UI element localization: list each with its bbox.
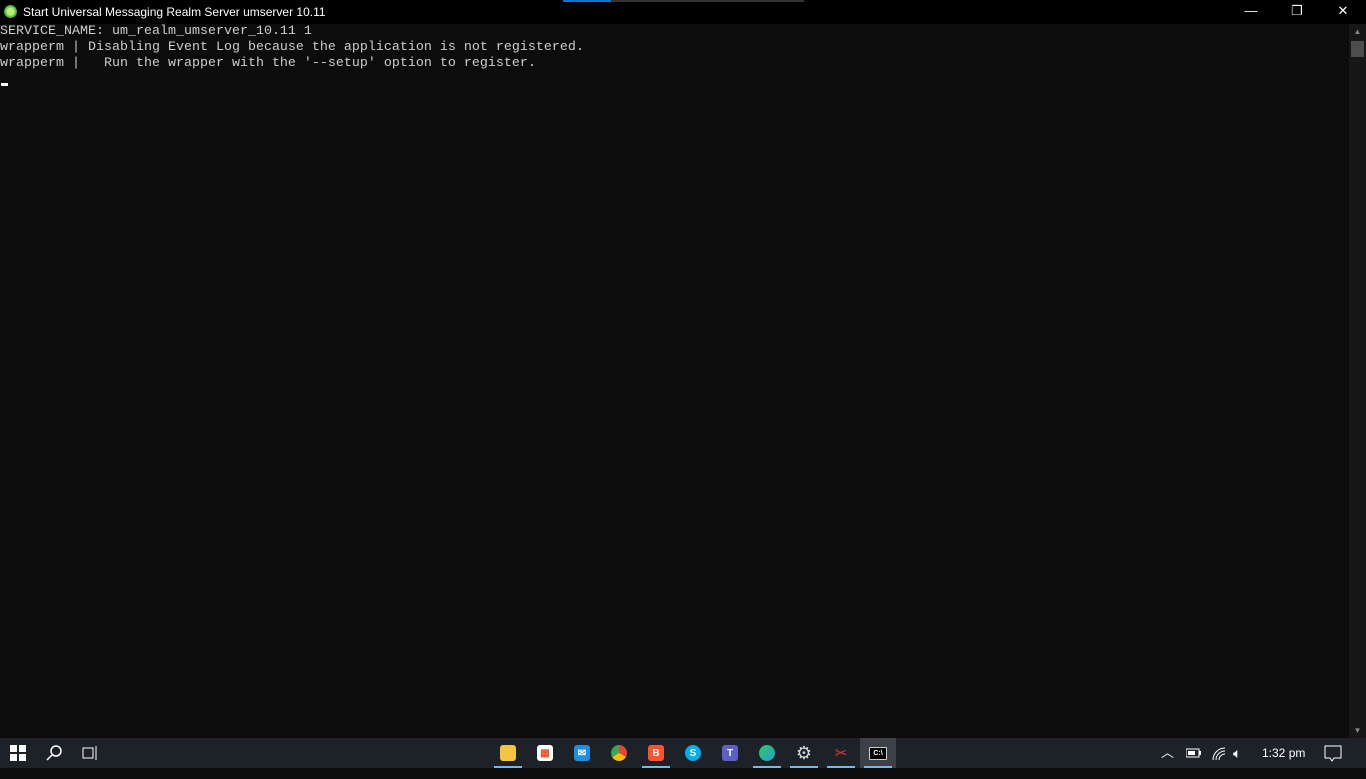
taskbar-app-chrome[interactable]	[601, 738, 637, 768]
taskbar-app-snipping-tool[interactable]: ✂	[823, 738, 859, 768]
console-output[interactable]: SERVICE_NAME: um_realm_umserver_10.11 1w…	[0, 24, 1349, 738]
taskbar-app-brave[interactable]: B	[638, 738, 674, 768]
taskbar-app-command-prompt[interactable]: C:\	[860, 738, 896, 768]
mail-icon: ✉	[574, 745, 590, 761]
taskbar: ▦ ✉ B S T ⚙ ✂ C:\ ︿ 🔈︎ 1:32 pm	[0, 738, 1366, 768]
notifications-icon[interactable]	[1324, 738, 1342, 768]
window-title: Start Universal Messaging Realm Server u…	[23, 5, 326, 19]
task-view-button[interactable]	[72, 738, 108, 768]
teams-icon: T	[722, 745, 738, 761]
taskbar-app-file-explorer[interactable]	[490, 738, 526, 768]
taskbar-app-settings[interactable]: ⚙	[786, 738, 822, 768]
title-accent-2	[611, 0, 804, 2]
windows-icon	[10, 745, 26, 761]
store-icon: ▦	[537, 745, 553, 761]
restore-button[interactable]: ❐	[1274, 0, 1320, 24]
scroll-thumb[interactable]	[1351, 41, 1364, 57]
start-button[interactable]	[0, 738, 36, 768]
scroll-down-arrow-icon[interactable]: ▼	[1349, 726, 1366, 735]
wifi-icon[interactable]	[1211, 738, 1227, 768]
vertical-scrollbar[interactable]: ▲ ▼	[1349, 24, 1366, 738]
folder-icon	[500, 745, 516, 761]
scroll-up-arrow-icon[interactable]: ▲	[1349, 27, 1366, 36]
cmd-icon: C:\	[869, 746, 887, 760]
show-hidden-icons-chevron-icon[interactable]: ︿	[1161, 738, 1174, 768]
volume-icon[interactable]: 🔈︎	[1233, 738, 1241, 768]
minimize-button[interactable]: —	[1228, 0, 1274, 24]
search-icon	[46, 745, 62, 761]
taskbar-app-store[interactable]: ▦	[527, 738, 563, 768]
title-bar[interactable]: Start Universal Messaging Realm Server u…	[0, 0, 1366, 24]
close-button[interactable]: ✕	[1320, 0, 1366, 24]
taskbar-app-skype[interactable]: S	[675, 738, 711, 768]
taskbar-app-teams[interactable]: T	[712, 738, 748, 768]
search-button[interactable]	[36, 738, 72, 768]
scissors-icon: ✂	[834, 745, 848, 762]
title-accent	[563, 0, 611, 2]
edge-icon	[759, 745, 775, 761]
console-line: SERVICE_NAME: um_realm_umserver_10.11 1	[0, 24, 312, 39]
skype-icon: S	[685, 745, 701, 761]
task-view-icon	[82, 746, 97, 760]
console-line: wrapperm | Run the wrapper with the '--s…	[0, 56, 536, 71]
taskbar-app-edge[interactable]	[749, 738, 785, 768]
taskbar-app-mail[interactable]: ✉	[564, 738, 600, 768]
battery-icon[interactable]	[1185, 738, 1202, 768]
console-line: wrapperm | Disabling Event Log because t…	[0, 40, 584, 55]
chrome-icon	[611, 745, 627, 761]
app-icon	[3, 4, 18, 19]
clock[interactable]: 1:32 pm	[1262, 738, 1305, 768]
brave-icon: B	[648, 745, 664, 761]
gear-icon: ⚙	[795, 742, 813, 763]
text-cursor	[1, 83, 8, 86]
